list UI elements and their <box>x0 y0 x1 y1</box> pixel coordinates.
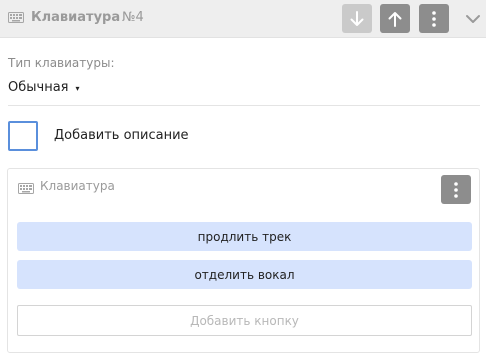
block-number: №4 <box>122 10 144 25</box>
section-divider <box>8 105 480 106</box>
keyboard-icon <box>8 12 24 23</box>
block-menu-button[interactable] <box>419 4 449 33</box>
move-down-button[interactable] <box>342 4 372 33</box>
keyboard-type-value: Обычная <box>8 80 69 95</box>
block-header: Клавиатура №4 <box>0 0 486 38</box>
keyboard-card-title: Клавиатура <box>40 179 115 193</box>
vertical-dots-icon <box>432 10 436 27</box>
keyboard-icon <box>18 183 34 194</box>
add-button-button[interactable]: Добавить кнопку <box>17 305 472 336</box>
keyboard-type-label: Тип клавиатуры: <box>8 56 115 70</box>
keyboard-button-extend-track[interactable]: продлить трек <box>17 222 472 251</box>
keyboard-button-separate-vocals[interactable]: отделить вокал <box>17 260 472 289</box>
keyboard-type-select[interactable]: Обычная ▾ <box>8 80 80 95</box>
arrow-down-icon <box>350 10 364 26</box>
move-up-button[interactable] <box>380 4 410 33</box>
vertical-dots-icon <box>454 181 458 198</box>
arrow-up-icon <box>388 11 402 27</box>
caret-down-icon: ▾ <box>75 83 80 93</box>
keyboard-card-menu-button[interactable] <box>441 175 471 204</box>
block-title: Клавиатура <box>31 10 121 25</box>
add-description-label: Добавить описание <box>54 128 189 143</box>
add-description-checkbox[interactable] <box>8 121 38 151</box>
chevron-down-icon[interactable] <box>463 10 483 28</box>
keyboard-card: Клавиатура продлить трек отделить вокал … <box>7 168 480 353</box>
